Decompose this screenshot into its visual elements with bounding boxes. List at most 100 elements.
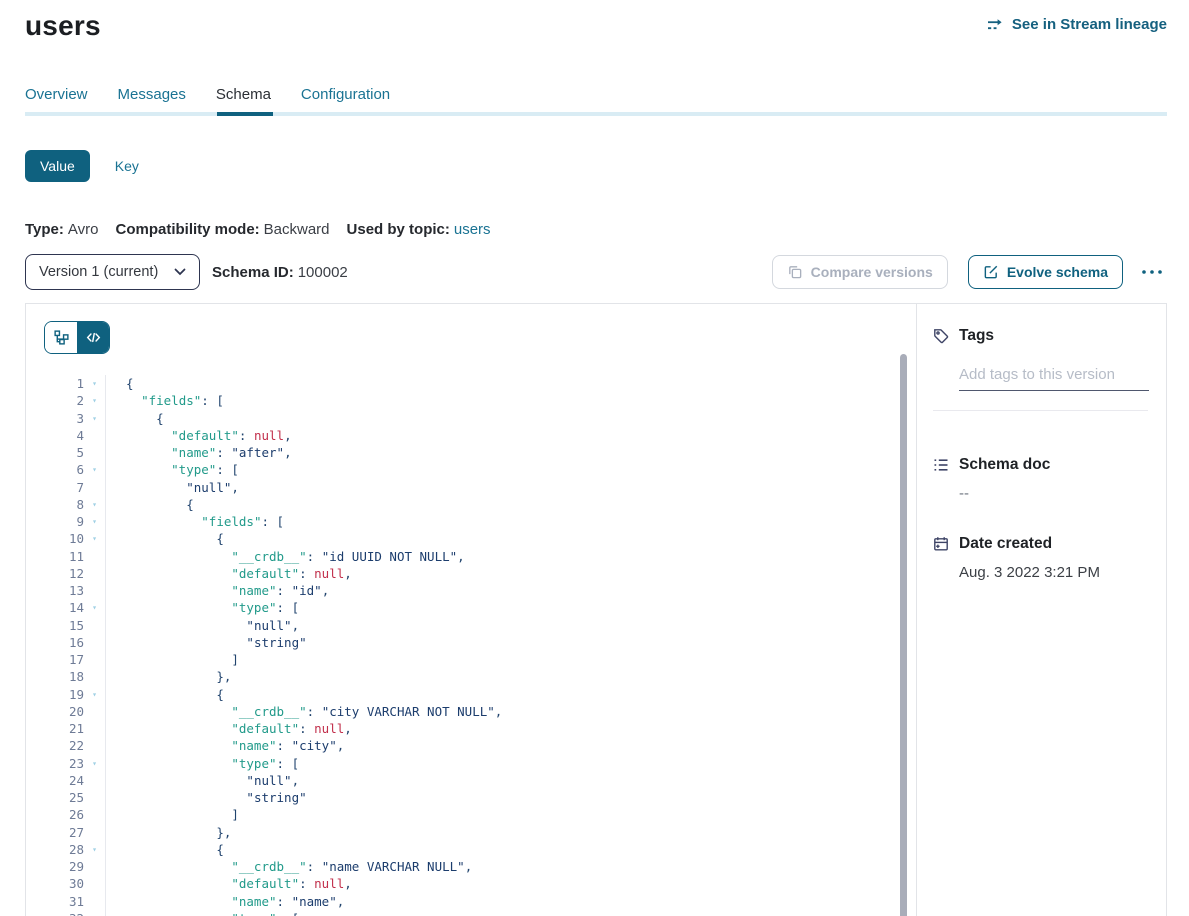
code-text: "name": "id",: [105, 582, 329, 599]
code-text: "name": "name",: [105, 893, 344, 910]
fold-collapse-icon[interactable]: ▾: [84, 461, 105, 478]
line-number: 23: [44, 755, 84, 772]
code-text: {: [105, 841, 224, 858]
fold-collapse-icon[interactable]: ▾: [84, 841, 105, 858]
version-select[interactable]: Version 1 (current): [25, 254, 200, 290]
stream-lineage-icon: [987, 18, 1005, 32]
code-line: 13 "name": "id",: [44, 582, 916, 599]
code-text: "default": null,: [105, 427, 292, 444]
fold-spacer: [84, 444, 105, 461]
page-header: users See in Stream lineage: [25, 0, 1167, 42]
tab-messages[interactable]: Messages: [118, 86, 186, 112]
code-text: {: [105, 410, 164, 427]
line-number: 10: [44, 530, 84, 547]
code-line: 7 "null",: [44, 479, 916, 496]
code-line: 12 "default": null,: [44, 565, 916, 582]
code-line: 22 "name": "city",: [44, 737, 916, 754]
value-toggle-button[interactable]: Value: [25, 150, 90, 182]
line-number: 3: [44, 410, 84, 427]
schema-doc-section: Schema doc --: [933, 456, 1148, 502]
schema-meta-row: Type:Avro Compatibility mode:Backward Us…: [25, 221, 1167, 238]
compare-versions-button[interactable]: Compare versions: [772, 255, 948, 289]
see-in-stream-lineage-link[interactable]: See in Stream lineage: [987, 16, 1167, 33]
tags-title: Tags: [959, 327, 994, 345]
code-text: {: [105, 530, 224, 547]
tab-schema[interactable]: Schema: [216, 86, 271, 112]
code-line: 23▾ "type": [: [44, 755, 916, 772]
line-number: 2: [44, 392, 84, 409]
ellipsis-icon: [1141, 269, 1163, 275]
code-line: 8▾ {: [44, 496, 916, 513]
copy-icon: [787, 264, 803, 280]
code-line: 27 },: [44, 824, 916, 841]
line-number: 20: [44, 703, 84, 720]
line-number: 4: [44, 427, 84, 444]
evolve-schema-button[interactable]: Evolve schema: [968, 255, 1123, 289]
code-text: "default": null,: [105, 875, 352, 892]
key-toggle-button[interactable]: Key: [115, 158, 139, 174]
code-view-button[interactable]: [77, 322, 109, 353]
fold-collapse-icon[interactable]: ▾: [84, 755, 105, 772]
schema-id-value: 100002: [298, 264, 348, 281]
schema-sidebar: Tags Schema doc --: [916, 304, 1166, 916]
fold-collapse-icon[interactable]: ▾: [84, 375, 105, 392]
code-text: "type": [: [105, 599, 299, 616]
line-number: 9: [44, 513, 84, 530]
date-created-title: Date created: [959, 535, 1052, 553]
fold-spacer: [84, 875, 105, 892]
fold-collapse-icon[interactable]: ▾: [84, 910, 105, 916]
line-number: 1: [44, 375, 84, 392]
vertical-scrollbar[interactable]: [900, 354, 907, 916]
version-controls-row: Version 1 (current) Schema ID:100002 Com…: [25, 254, 1167, 290]
fold-collapse-icon[interactable]: ▾: [84, 496, 105, 513]
tab-overview[interactable]: Overview: [25, 86, 88, 112]
fold-collapse-icon[interactable]: ▾: [84, 530, 105, 547]
tree-view-button[interactable]: [45, 322, 77, 353]
code-text: {: [105, 686, 224, 703]
code-line: 14▾ "type": [: [44, 599, 916, 616]
code-text: "null",: [105, 617, 299, 634]
fold-collapse-icon[interactable]: ▾: [84, 392, 105, 409]
fold-collapse-icon[interactable]: ▾: [84, 686, 105, 703]
line-number: 16: [44, 634, 84, 651]
code-text: {: [105, 496, 194, 513]
add-tags-input[interactable]: [959, 366, 1149, 391]
fold-spacer: [84, 582, 105, 599]
fold-spacer: [84, 893, 105, 910]
used-by-topic-label: Used by topic:: [347, 221, 450, 238]
line-number: 25: [44, 789, 84, 806]
fold-collapse-icon[interactable]: ▾: [84, 599, 105, 616]
fold-spacer: [84, 548, 105, 565]
code-text: "default": null,: [105, 565, 352, 582]
fold-collapse-icon[interactable]: ▾: [84, 513, 105, 530]
more-actions-button[interactable]: [1137, 265, 1167, 279]
tags-section-header: Tags: [933, 327, 1148, 345]
code-line: 24 "null",: [44, 772, 916, 789]
fold-spacer: [84, 617, 105, 634]
code-lines: 1▾{2▾ "fields": [3▾ {4 "default": null,5…: [44, 375, 916, 916]
compatibility-value: Backward: [264, 221, 330, 238]
code-text: ]: [105, 651, 239, 668]
code-text: },: [105, 824, 231, 841]
calendar-plus-icon: [933, 536, 949, 552]
code-line: 4 "default": null,: [44, 427, 916, 444]
line-number: 12: [44, 565, 84, 582]
topic-link[interactable]: users: [454, 221, 491, 238]
code-line: 6▾ "type": [: [44, 461, 916, 478]
page-title: users: [25, 10, 101, 42]
code-line: 31 "name": "name",: [44, 893, 916, 910]
code-text: "__crdb__": "name VARCHAR NULL",: [105, 858, 472, 875]
fold-collapse-icon[interactable]: ▾: [84, 410, 105, 427]
schema-doc-header: Schema doc: [933, 456, 1148, 474]
code-line: 1▾{: [44, 375, 916, 392]
line-number: 29: [44, 858, 84, 875]
code-line: 15 "null",: [44, 617, 916, 634]
line-number: 31: [44, 893, 84, 910]
code-line: 21 "default": null,: [44, 720, 916, 737]
meta-used-by-topic: Used by topic:users: [347, 221, 491, 238]
code-text: "type": [: [105, 910, 299, 916]
tab-configuration[interactable]: Configuration: [301, 86, 390, 112]
code-line: 19▾ {: [44, 686, 916, 703]
line-number: 17: [44, 651, 84, 668]
date-created-header: Date created: [933, 535, 1148, 553]
